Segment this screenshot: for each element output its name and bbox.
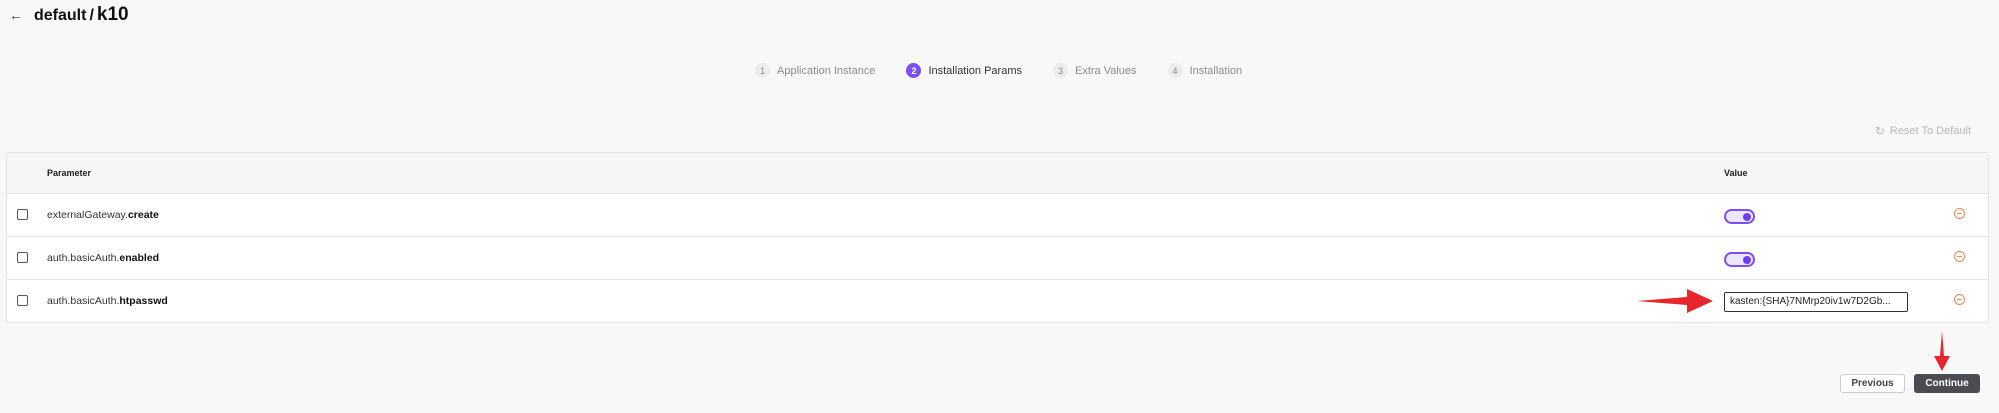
param-prefix: auth.basicAuth. [47, 252, 120, 264]
param-key: enabled [119, 252, 160, 264]
continue-button[interactable]: Continue [1914, 374, 1980, 393]
reset-to-default-button[interactable]: ↻ Reset To Default [1875, 124, 1971, 138]
column-header-value: Value [1724, 168, 1748, 178]
arrow-left-icon[interactable]: ← [8, 7, 24, 23]
step-label: Installation [1189, 64, 1243, 77]
param-key: create [127, 209, 159, 221]
param-name: auth.basicAuth.enabled [47, 252, 159, 264]
remove-icon[interactable] [1954, 208, 1965, 219]
column-header-parameter: Parameter [47, 168, 92, 178]
reset-label: Reset To Default [1889, 125, 1971, 137]
param-name: auth.basicAuth.htpasswd [47, 295, 168, 307]
row-checkbox[interactable] [17, 252, 28, 263]
annotation-arrow-right-icon [1637, 289, 1713, 313]
step-number: 1 [755, 63, 770, 78]
row-checkbox[interactable] [17, 209, 28, 220]
install-stepper: 1 Application Instance 2 Installation Pa… [755, 63, 1242, 78]
breadcrumb-app-name: k10 [96, 4, 129, 25]
page-header: ← default / k10 [8, 2, 129, 28]
breadcrumb-separator: / [89, 7, 94, 24]
step-number: 4 [1167, 63, 1183, 78]
table-header: Parameter Value [7, 153, 1988, 194]
step-installation[interactable]: 4 Installation [1167, 63, 1243, 78]
remove-icon[interactable] [1954, 294, 1965, 305]
step-number: 3 [1053, 63, 1068, 78]
param-prefix: auth.basicAuth. [47, 295, 120, 307]
table-row: auth.basicAuth.enabled [7, 237, 1988, 280]
step-extra-values[interactable]: 3 Extra Values [1053, 63, 1137, 78]
breadcrumb-namespace[interactable]: default [34, 7, 86, 25]
htpasswd-value-input[interactable]: kasten:{SHA}7NMrp20iv1w7D2Gb... [1724, 292, 1908, 312]
step-label: Application Instance [777, 64, 876, 77]
toggle-knob [1743, 213, 1751, 221]
param-name: externalGateway.create [47, 209, 159, 221]
param-key: htpasswd [119, 295, 168, 307]
value-toggle[interactable] [1724, 209, 1755, 224]
previous-button[interactable]: Previous [1840, 374, 1905, 393]
row-checkbox[interactable] [17, 295, 28, 306]
step-installation-params[interactable]: 2 Installation Params [906, 63, 1022, 78]
toggle-knob [1743, 256, 1751, 264]
param-prefix: externalGateway. [47, 209, 128, 221]
breadcrumb: default / k10 [34, 4, 129, 26]
reset-icon: ↻ [1874, 124, 1885, 138]
value-toggle[interactable] [1724, 252, 1755, 267]
step-number: 2 [906, 63, 922, 78]
step-label: Installation Params [928, 64, 1022, 77]
remove-icon[interactable] [1954, 251, 1965, 262]
annotation-arrow-down-icon [1934, 331, 1950, 371]
step-label: Extra Values [1075, 64, 1137, 77]
table-row: externalGateway.create [7, 194, 1988, 237]
step-application-instance[interactable]: 1 Application Instance [755, 63, 875, 78]
